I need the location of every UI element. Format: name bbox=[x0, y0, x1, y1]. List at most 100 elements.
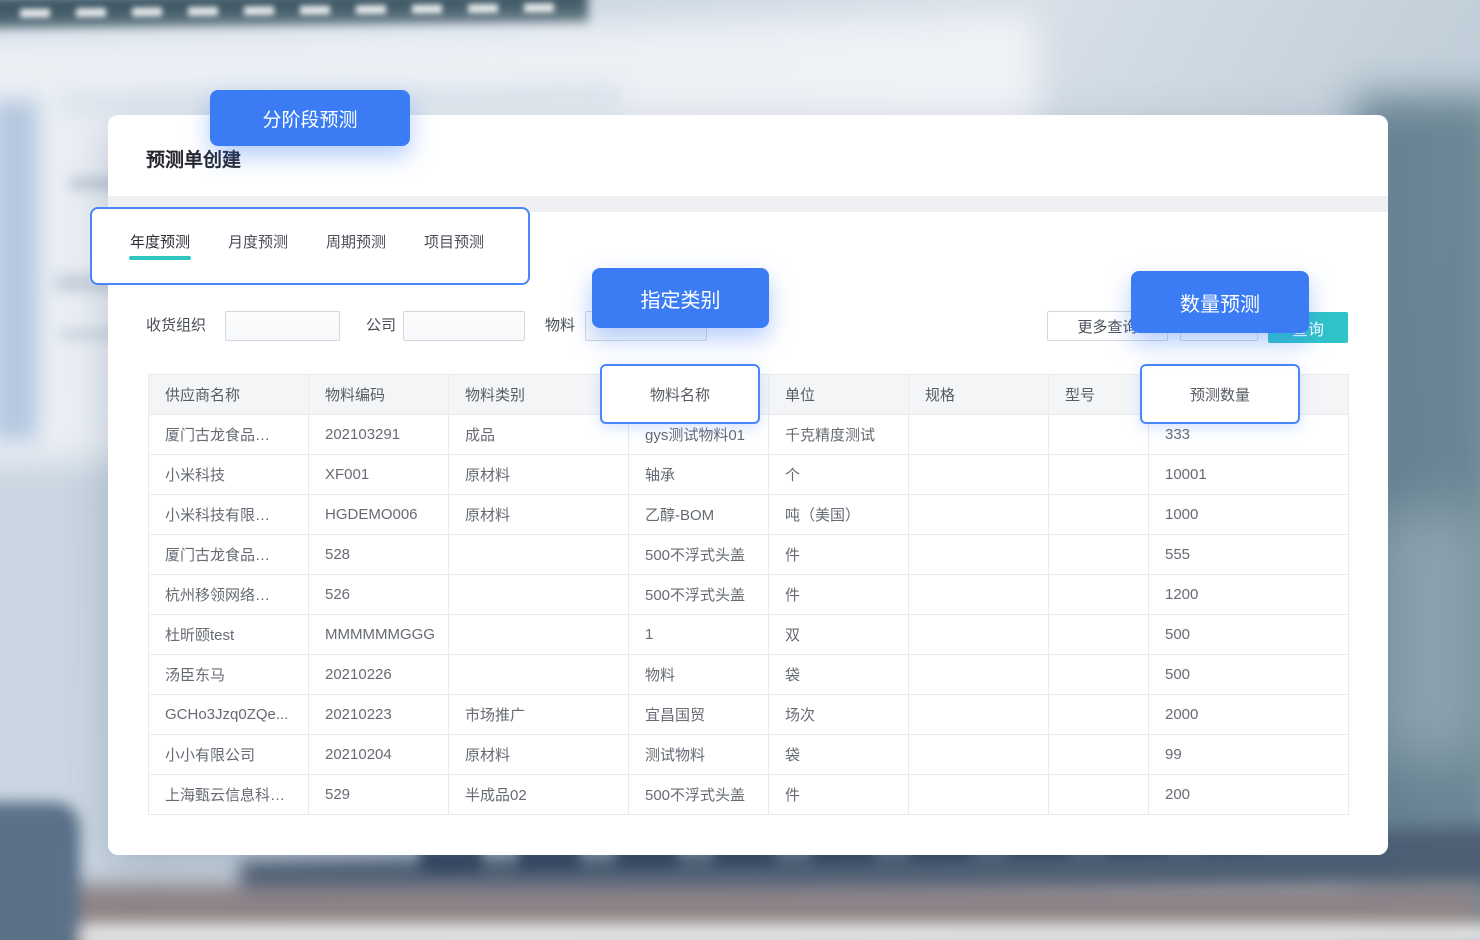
table-cell: 500不浮式头盖 bbox=[629, 575, 769, 615]
table-cell bbox=[909, 735, 1049, 775]
table-cell: 原材料 bbox=[449, 735, 629, 775]
table-cell: 555 bbox=[1149, 535, 1349, 575]
table-cell: 半成品02 bbox=[449, 775, 629, 815]
table-cell: 双 bbox=[769, 615, 909, 655]
table-cell bbox=[1049, 655, 1149, 695]
screenshot-stage: 预测单创建 年度预测 月度预测 周期预测 项目预测 收货组织 公司 物料 更多查… bbox=[0, 0, 1480, 940]
bg-bottom-light bbox=[80, 924, 1480, 940]
table-cell: GCHo3Jzq0ZQe... bbox=[149, 695, 309, 735]
bg-left-object bbox=[0, 802, 80, 940]
forecast-qty-header-label: 预测数量 bbox=[1190, 384, 1250, 405]
table-cell: 20210223 bbox=[309, 695, 449, 735]
table-cell: 小米科技 bbox=[149, 455, 309, 495]
table-cell bbox=[1049, 415, 1149, 455]
table-row[interactable]: 厦门古龙食品…528500不浮式头盖件555 bbox=[149, 535, 1349, 575]
table-cell: 20210204 bbox=[309, 735, 449, 775]
table-row[interactable]: 杭州移领网络…526500不浮式头盖件1200 bbox=[149, 575, 1349, 615]
table-cell bbox=[1049, 455, 1149, 495]
table-cell bbox=[1049, 775, 1149, 815]
table-cell bbox=[909, 575, 1049, 615]
table-cell bbox=[449, 615, 629, 655]
callout-staged-forecast: 分阶段预测 bbox=[210, 90, 410, 146]
table-cell bbox=[449, 655, 629, 695]
table-cell bbox=[909, 655, 1049, 695]
tab-project-forecast[interactable]: 项目预测 bbox=[424, 233, 484, 269]
table-cell bbox=[449, 575, 629, 615]
table-row[interactable]: 小米科技有限…HGDEMO006原材料乙醇-BOM吨（美国）1000 bbox=[149, 495, 1349, 535]
table-cell bbox=[909, 695, 1049, 735]
forecast-tabs-frame: 年度预测 月度预测 周期预测 项目预测 bbox=[90, 207, 530, 285]
table-cell bbox=[909, 535, 1049, 575]
receiving-org-label: 收货组织 bbox=[146, 311, 206, 341]
callout-quantity-forecast: 数量预测 bbox=[1131, 271, 1309, 333]
column-header-5[interactable]: 单位 bbox=[769, 375, 909, 415]
highlight-forecast-qty-header: 预测数量 bbox=[1140, 364, 1300, 424]
table-cell: 测试物料 bbox=[629, 735, 769, 775]
table-cell bbox=[1049, 575, 1149, 615]
table-row[interactable]: 汤臣东马20210226物料袋500 bbox=[149, 655, 1349, 695]
table-cell: 件 bbox=[769, 575, 909, 615]
table-cell: 轴承 bbox=[629, 455, 769, 495]
table-cell: 99 bbox=[1149, 735, 1349, 775]
table-cell: 物料 bbox=[629, 655, 769, 695]
tab-monthly-forecast[interactable]: 月度预测 bbox=[228, 233, 288, 269]
table-cell: 厦门古龙食品… bbox=[149, 415, 309, 455]
table-cell: 个 bbox=[769, 455, 909, 495]
table-cell: 原材料 bbox=[449, 455, 629, 495]
table-cell: 2000 bbox=[1149, 695, 1349, 735]
page-title: 预测单创建 bbox=[146, 145, 241, 172]
tab-annual-forecast[interactable]: 年度预测 bbox=[130, 233, 190, 269]
table-cell: 528 bbox=[309, 535, 449, 575]
table-cell: 小米科技有限… bbox=[149, 495, 309, 535]
table-row[interactable]: GCHo3Jzq0ZQe...20210223市场推广宜昌国贸场次2000 bbox=[149, 695, 1349, 735]
material-name-header-label: 物料名称 bbox=[650, 384, 710, 405]
table-cell bbox=[1049, 735, 1149, 775]
table-cell: 小小有限公司 bbox=[149, 735, 309, 775]
table-cell: 上海甄云信息科… bbox=[149, 775, 309, 815]
column-header-1[interactable]: 供应商名称 bbox=[149, 375, 309, 415]
receiving-org-input[interactable] bbox=[225, 311, 340, 341]
table-cell bbox=[1049, 535, 1149, 575]
table-cell bbox=[1049, 615, 1149, 655]
table-row[interactable]: 小米科技XF001原材料轴承个 10001 bbox=[149, 455, 1349, 495]
table-cell: 10001 bbox=[1149, 455, 1349, 495]
bg-sidebar-blob bbox=[0, 100, 38, 440]
table-cell bbox=[909, 495, 1049, 535]
column-header-6[interactable]: 规格 bbox=[909, 375, 1049, 415]
forecast-table-el: 供应商名称物料编码物料类别物料名称单位规格型号预测数量厦门古龙食品…202103… bbox=[148, 374, 1349, 815]
table-cell: 529 bbox=[309, 775, 449, 815]
table-cell bbox=[1049, 695, 1149, 735]
tab-cycle-forecast[interactable]: 周期预测 bbox=[326, 233, 386, 269]
table-cell: 宜昌国贸 bbox=[629, 695, 769, 735]
company-input[interactable] bbox=[403, 311, 525, 341]
table-cell: 500 bbox=[1149, 615, 1349, 655]
table-cell: 500 bbox=[1149, 655, 1349, 695]
table-cell: 袋 bbox=[769, 735, 909, 775]
table-cell: HGDEMO006 bbox=[309, 495, 449, 535]
table-cell: MMMMMMGGG bbox=[309, 615, 449, 655]
column-header-7[interactable]: 型号 bbox=[1049, 375, 1149, 415]
table-cell: 件 bbox=[769, 535, 909, 575]
table-cell bbox=[909, 775, 1049, 815]
table-cell: 千克精度测试 bbox=[769, 415, 909, 455]
table-cell: 杜昕颐test bbox=[149, 615, 309, 655]
table-cell: 吨（美国） bbox=[769, 495, 909, 535]
table-cell: 202103291 bbox=[309, 415, 449, 455]
table-cell: 汤臣东马 bbox=[149, 655, 309, 695]
highlight-material-name-header: 物料名称 bbox=[600, 364, 760, 424]
table-cell: 市场推广 bbox=[449, 695, 629, 735]
table-cell: 500不浮式头盖 bbox=[629, 775, 769, 815]
table-cell bbox=[449, 535, 629, 575]
table-cell bbox=[909, 415, 1049, 455]
column-header-2[interactable]: 物料编码 bbox=[309, 375, 449, 415]
table-row[interactable]: 杜昕颐testMMMMMMGGG1双500 bbox=[149, 615, 1349, 655]
table-cell: XF001 bbox=[309, 455, 449, 495]
table-cell: 1200 bbox=[1149, 575, 1349, 615]
table-cell bbox=[1049, 495, 1149, 535]
table-row[interactable]: 上海甄云信息科…529半成品02500不浮式头盖件200 bbox=[149, 775, 1349, 815]
table-cell: 杭州移领网络… bbox=[149, 575, 309, 615]
table-cell: 原材料 bbox=[449, 495, 629, 535]
forecast-table: 供应商名称物料编码物料类别物料名称单位规格型号预测数量厦门古龙食品…202103… bbox=[148, 374, 1349, 815]
table-cell bbox=[909, 615, 1049, 655]
table-row[interactable]: 小小有限公司20210204原材料测试物料袋 99 bbox=[149, 735, 1349, 775]
